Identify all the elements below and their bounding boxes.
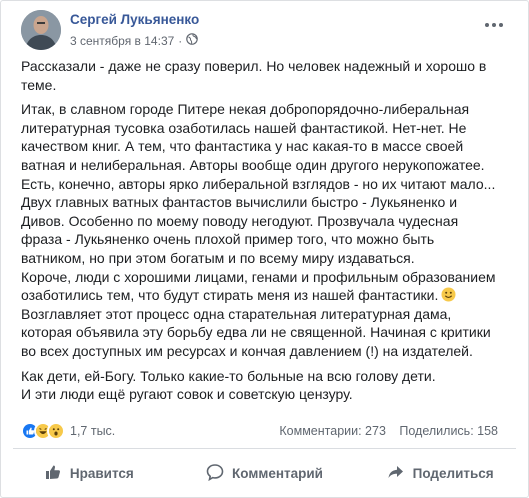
globe-icon[interactable] <box>186 33 199 48</box>
reactions-summary[interactable]: 1,7 тыс. <box>21 422 115 440</box>
wow-icon <box>47 422 65 440</box>
like-button[interactable]: Нравится <box>1 451 177 495</box>
post-stats: 1,7 тыс. Комментарии: 273 Поделились: 15… <box>21 422 498 442</box>
divider <box>13 448 516 449</box>
text-line: Возглавляет этот процесс одна старательн… <box>21 305 452 322</box>
avatar[interactable] <box>21 10 61 50</box>
comment-button[interactable]: Комментарий <box>177 451 353 495</box>
text-line: теме. <box>21 76 57 93</box>
post-date[interactable]: 3 сентября в 14:37 <box>70 34 174 48</box>
share-label: Поделиться <box>412 465 494 481</box>
post-meta: 3 сентября в 14:37 · <box>70 33 199 48</box>
text-line: во всех доступных им ресурсах и кончая д… <box>21 342 473 359</box>
meta-separator: · <box>178 33 183 48</box>
text-line: литературная тусовка озаботилась нашей ф… <box>21 119 467 136</box>
post-paragraph: Как дети, ей-Богу. Только какие-то больн… <box>21 367 512 404</box>
text-line: Дивов. Особенно по моему поводу негодуют… <box>21 212 459 229</box>
shares-count[interactable]: Поделились: 158 <box>399 424 498 438</box>
post-actions: Нравится Комментарий Поделиться <box>1 451 528 495</box>
text-line: Есть, конечно, авторы ярко либеральной в… <box>21 175 496 192</box>
post-text: Рассказали - даже не сразу поверил. Но ч… <box>21 57 512 410</box>
comment-label: Комментарий <box>232 465 323 481</box>
share-arrow-icon <box>387 463 413 484</box>
like-label: Нравится <box>69 465 134 481</box>
post-paragraph: Рассказали - даже не сразу поверил. Но ч… <box>21 57 512 94</box>
comment-icon <box>206 463 232 484</box>
engagement-counts: Комментарии: 273 Поделились: 158 <box>269 424 498 438</box>
author-name[interactable]: Сергей Лукьяненко <box>70 12 199 27</box>
text-line: Как дети, ей-Богу. Только какие-то больн… <box>21 367 436 384</box>
more-dots-icon[interactable] <box>484 12 504 33</box>
smile-emoji-icon <box>441 287 456 302</box>
share-button[interactable]: Поделиться <box>352 451 528 495</box>
text-line: Итак, в славном городе Питере некая добр… <box>21 101 470 118</box>
facebook-post: Сергей Лукьяненко 3 сентября в 14:37 · Р… <box>0 0 529 498</box>
text-line: фраза - Лукьяненко очень плохой пример т… <box>21 231 435 248</box>
text-line: Короче, люди с хорошими лицами, генами и… <box>21 268 496 285</box>
text-line: Рассказали - даже не сразу поверил. Но ч… <box>21 58 487 74</box>
reactions-count[interactable]: 1,7 тыс. <box>70 424 115 438</box>
text-line-with-smile: озаботились тем, что будут стирать меня … <box>21 286 512 305</box>
text-line: ватником, но при этом богатым и по всему… <box>21 249 415 266</box>
text-line: ватная и нелиберальная. Авторы вообще од… <box>21 156 485 173</box>
text-line: Двух главных ватных фантастов вычислили … <box>21 194 458 211</box>
post-paragraph: Итак, в славном городе Питере некая добр… <box>21 100 512 360</box>
comments-count[interactable]: Комментарии: 273 <box>279 424 386 438</box>
post-header: Сергей Лукьяненко 3 сентября в 14:37 · <box>21 10 516 52</box>
text-line: озаботились тем, что будут стирать меня … <box>21 287 439 304</box>
text-line: которая объявила эту борьбу едва ли не с… <box>21 324 491 341</box>
text-line: И эти люди ещё ругают совок и советскую … <box>21 386 353 403</box>
thumbs-up-icon <box>44 463 70 484</box>
text-line: качеством книг. А тем, что фантастика у … <box>21 138 464 155</box>
